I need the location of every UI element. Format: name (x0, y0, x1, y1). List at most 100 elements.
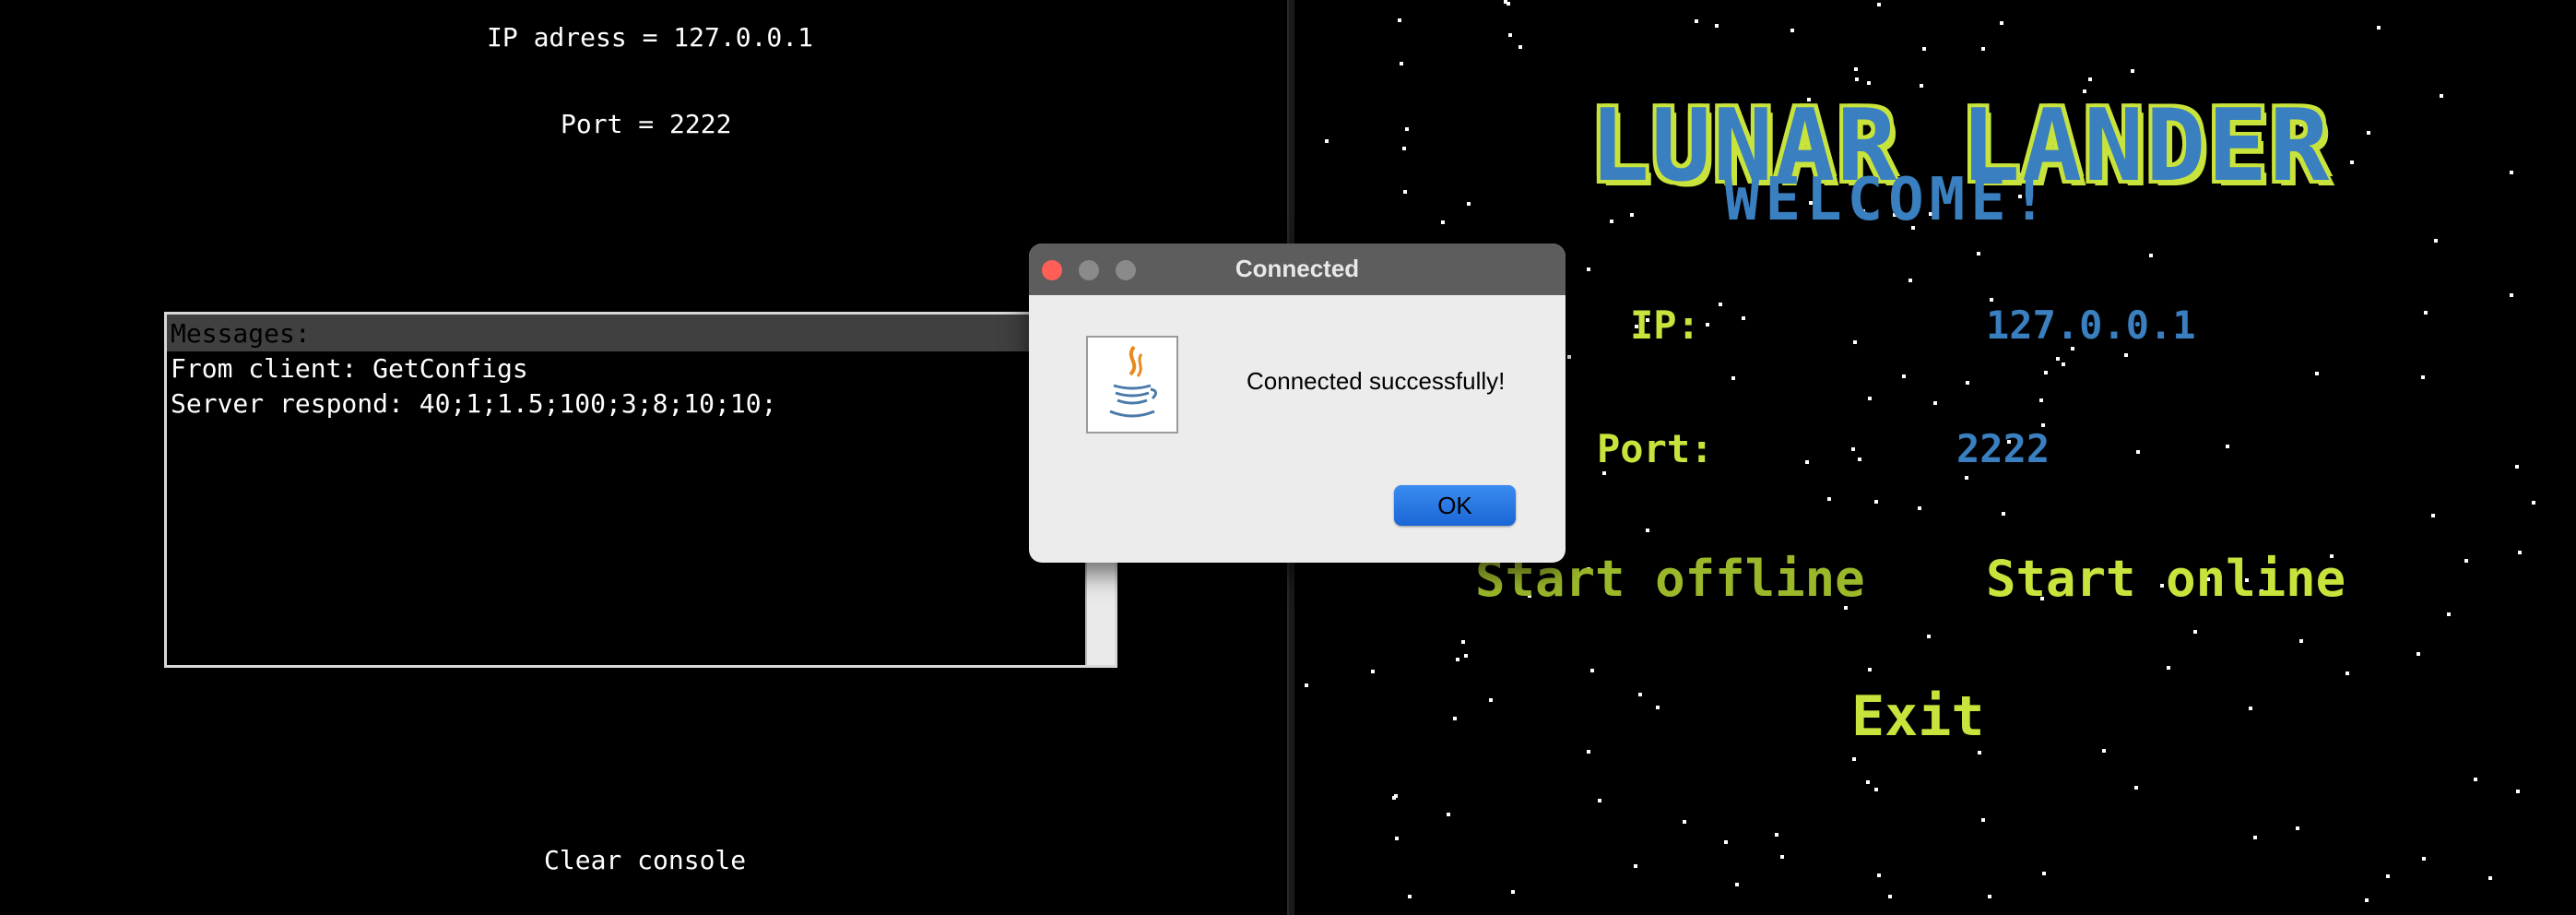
star (1827, 497, 1831, 501)
star (1867, 81, 1871, 85)
dialog-titlebar[interactable]: Connected (1029, 244, 1566, 295)
star (1371, 670, 1375, 673)
star (2474, 778, 2477, 781)
star (2346, 671, 2349, 675)
star (1877, 3, 1881, 6)
star (1400, 62, 1403, 65)
star (2134, 786, 2138, 790)
star (1402, 147, 1406, 150)
star (1780, 855, 1784, 859)
clear-console-button[interactable]: Clear console (544, 845, 746, 875)
server-port-text: Port = 2222 (561, 109, 732, 139)
star (2044, 371, 2048, 374)
connected-dialog: Connected Connected successfully! OK (1029, 244, 1566, 563)
star (2515, 465, 2519, 469)
star (2315, 372, 2319, 375)
star (1977, 252, 1980, 255)
message-line: Server respond: 40;1;1.5;100;3;8;10;10; (171, 388, 777, 419)
star (2434, 239, 2438, 243)
star (2299, 639, 2303, 643)
port-value[interactable]: 2222 (1956, 426, 2050, 471)
star (2422, 857, 2426, 861)
star (2088, 77, 2092, 81)
star (1868, 668, 1872, 671)
star (1866, 780, 1870, 784)
star (1398, 18, 1401, 22)
star (1598, 799, 1601, 802)
star (1395, 837, 1399, 840)
star (1602, 471, 1606, 475)
star (2367, 131, 2370, 135)
star (2532, 501, 2535, 505)
star (2039, 398, 2043, 402)
star (2167, 666, 2170, 670)
game-subtitle: WELCOME! (1724, 166, 2053, 234)
star (1325, 139, 1329, 143)
star (1610, 220, 1613, 223)
star (1587, 267, 1590, 271)
port-label: Port: (1597, 426, 1714, 471)
star (1683, 820, 1686, 824)
star (1855, 77, 1859, 81)
ip-label: IP: (1630, 303, 1700, 348)
message-line: From client: GetConfigs (171, 353, 528, 384)
star (1447, 813, 1450, 816)
star (2249, 707, 2252, 710)
star (2296, 826, 2299, 830)
star (2518, 551, 2522, 554)
star (1966, 381, 1969, 385)
messages-panel: Messages: From client: GetConfigs Server… (164, 312, 1117, 668)
star (1456, 658, 1459, 661)
star (2056, 357, 2060, 361)
star (2042, 872, 2046, 875)
star (2193, 630, 2197, 634)
star (2136, 450, 2140, 454)
dialog-message: Connected successfully! (1247, 367, 1506, 395)
star (1567, 355, 1571, 359)
star (2000, 21, 2003, 25)
star (1656, 706, 1660, 709)
star (1408, 895, 1412, 898)
star (1731, 376, 1735, 380)
star (1874, 500, 1878, 504)
star (1868, 397, 1872, 400)
star (1920, 84, 1923, 88)
ip-value[interactable]: 127.0.0.1 (1986, 303, 2196, 348)
star (1965, 476, 1968, 480)
star (1695, 19, 1698, 23)
star (1990, 298, 1993, 302)
star (1851, 447, 1855, 451)
star (1453, 717, 1457, 720)
star (1719, 303, 1722, 306)
start-online-button[interactable]: Start online (1986, 550, 2346, 608)
ok-button[interactable]: OK (1394, 485, 1516, 526)
star (2516, 790, 2520, 793)
star (1405, 127, 1409, 131)
star (1853, 340, 1857, 344)
exit-button[interactable]: Exit (1851, 684, 1985, 749)
star (1706, 323, 1709, 327)
star (1742, 316, 1745, 320)
star (1854, 67, 1858, 71)
star (2377, 26, 2381, 30)
star (1735, 883, 1739, 886)
star (1858, 458, 1861, 461)
star (1634, 864, 1637, 868)
star (2488, 876, 2492, 880)
dialog-title: Connected (1235, 255, 1360, 282)
star (2431, 514, 2435, 517)
star (2440, 94, 2443, 98)
star (1715, 24, 1719, 28)
star (2421, 375, 2425, 379)
star (1981, 47, 1985, 51)
star (1852, 757, 1856, 761)
star (1988, 895, 1991, 898)
star (2464, 559, 2468, 563)
star (1638, 693, 1642, 696)
star (1646, 529, 1649, 532)
java-icon (1086, 336, 1178, 434)
star (2510, 293, 2513, 297)
star (1489, 698, 1493, 702)
star (2416, 652, 2420, 656)
star (2002, 512, 2005, 516)
